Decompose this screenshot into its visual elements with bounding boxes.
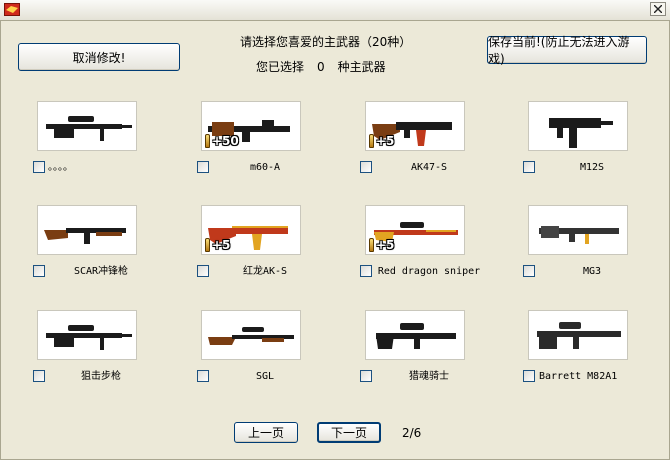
weapon-label: AK47-S <box>410 162 448 173</box>
close-icon <box>654 5 662 13</box>
weapon-thumbnail <box>37 205 137 255</box>
selected-suffix: 种主武器 <box>337 60 386 74</box>
weapon-label: M12S <box>579 162 605 173</box>
weapon-label: 红龙AK-S <box>242 266 288 277</box>
weapon-checkbox[interactable] <box>197 161 209 173</box>
weapon-label: m60-A <box>249 162 281 173</box>
ammo-bonus-text: +50 <box>212 134 239 148</box>
weapon-thumbnail <box>37 101 137 151</box>
weapon-thumbnail: +5 <box>365 205 465 255</box>
weapon-checkbox[interactable] <box>523 265 535 277</box>
weapon-checkbox[interactable] <box>360 370 372 382</box>
ammo-bonus-badge: +5 <box>369 238 394 252</box>
weapon-label: 。。。。 <box>48 162 73 173</box>
weapon-thumbnail: +5 <box>201 205 301 255</box>
weapon-checkbox[interactable] <box>360 265 372 277</box>
selected-prefix: 您已选择 <box>256 60 305 74</box>
weapon-checkbox[interactable] <box>523 370 535 382</box>
selection-instruction: 请选择您喜爱的主武器（20种） <box>240 35 412 49</box>
ammo-bonus-text: +5 <box>376 134 395 148</box>
weapon-label: SCAR冲锋枪 <box>73 266 129 277</box>
ammo-bonus-badge: +5 <box>205 238 230 252</box>
weapon-checkbox[interactable] <box>523 161 535 173</box>
close-button[interactable] <box>650 2 666 16</box>
weapon-thumbnail <box>365 310 465 360</box>
weapon-thumbnail <box>201 310 301 360</box>
bullet-icon <box>205 134 210 148</box>
bullet-icon <box>205 238 210 252</box>
weapon-checkbox[interactable] <box>33 265 45 277</box>
weapon-thumbnail <box>528 205 628 255</box>
weapon-checkbox[interactable] <box>197 370 209 382</box>
weapon-label: 猎魂骑士 <box>409 371 449 382</box>
save-current-button[interactable]: 保存当前!(防止无法进入游戏) <box>487 35 647 66</box>
weapon-thumbnail: +5 <box>365 101 465 151</box>
bullet-icon <box>369 238 374 252</box>
selected-count: 0 <box>317 60 325 74</box>
weapon-label: SGL <box>255 371 275 382</box>
ammo-bonus-text: +5 <box>376 238 395 252</box>
page-indicator: 2/6 <box>402 426 422 440</box>
weapon-label: MG3 <box>582 266 602 277</box>
title-bar <box>0 0 670 21</box>
prev-page-button[interactable]: 上一页 <box>234 422 298 443</box>
weapon-label: Barrett M82A1 <box>539 371 618 382</box>
weapon-checkbox[interactable] <box>360 161 372 173</box>
selection-counter: 您已选择 0 种主武器 <box>256 58 386 75</box>
ammo-bonus-badge: +50 <box>205 134 239 148</box>
weapon-label: 狙击步枪 <box>81 371 121 382</box>
cancel-changes-button[interactable]: 取消修改! <box>18 43 180 71</box>
weapon-checkbox[interactable] <box>33 161 45 173</box>
next-page-button[interactable]: 下一页 <box>317 422 381 443</box>
weapon-thumbnail <box>528 101 628 151</box>
ammo-bonus-badge: +5 <box>369 134 394 148</box>
weapon-label: Red dragon sniper <box>377 266 481 277</box>
weapon-checkbox[interactable] <box>33 370 45 382</box>
weapon-thumbnail <box>37 310 137 360</box>
app-icon <box>4 3 20 16</box>
weapon-thumbnail <box>528 310 628 360</box>
ammo-bonus-text: +5 <box>212 238 231 252</box>
weapon-thumbnail: +50 <box>201 101 301 151</box>
weapon-checkbox[interactable] <box>197 265 209 277</box>
bullet-icon <box>369 134 374 148</box>
